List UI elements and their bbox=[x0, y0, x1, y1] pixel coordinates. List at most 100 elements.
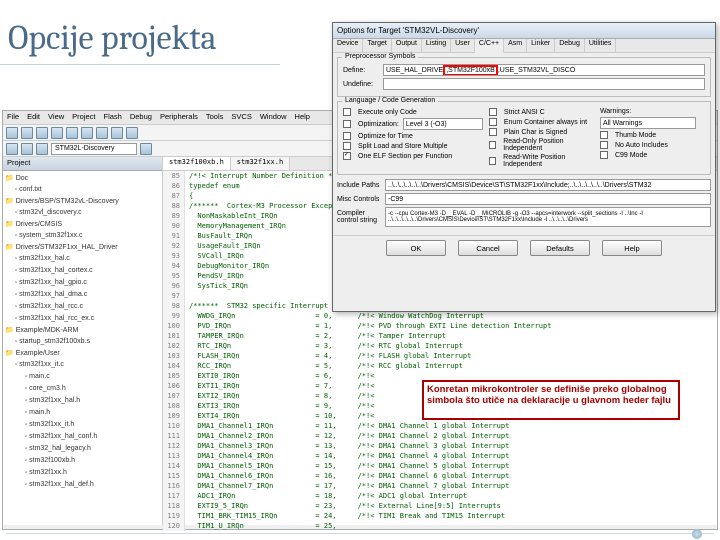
editor-tab[interactable]: stm32f100xb.h bbox=[163, 157, 231, 170]
compiler-field: -c --cpu Cortex-M3 -D__EVAL -D__MICROLIB… bbox=[385, 207, 711, 227]
select-opt[interactable]: Level 3 (-O3) bbox=[403, 118, 483, 130]
dialog-tab-user[interactable]: User bbox=[451, 39, 475, 52]
target-select[interactable]: STM32L-Discovery bbox=[51, 143, 137, 155]
tree-item[interactable]: startup_stm32f100xb.s bbox=[5, 336, 160, 348]
cut-icon[interactable] bbox=[66, 127, 78, 139]
save-icon[interactable] bbox=[36, 127, 48, 139]
menu-debug[interactable]: Debug bbox=[130, 112, 152, 123]
tree-item[interactable]: stm32f1xx_hal.h bbox=[5, 395, 160, 407]
tree-item[interactable]: stm32f1xx_hal_def.h bbox=[5, 479, 160, 491]
help-button[interactable]: Help bbox=[602, 240, 662, 256]
dialog-tab-output[interactable]: Output bbox=[392, 39, 422, 52]
compiler-label: Compiler control string bbox=[337, 210, 381, 224]
include-label: Include Paths bbox=[337, 182, 381, 189]
tree-item[interactable]: Example/MDK-ARM bbox=[5, 325, 160, 336]
redo-icon[interactable] bbox=[126, 127, 138, 139]
menu-view[interactable]: View bbox=[48, 112, 64, 123]
tree-item[interactable]: Drivers/CMSIS bbox=[5, 219, 160, 230]
define-label: Define: bbox=[343, 67, 379, 74]
tree-item[interactable]: stm32f1xx_hal_rcc_ex.c bbox=[5, 313, 160, 325]
tree-item[interactable]: Drivers/STM32F1xx_HAL_Driver bbox=[5, 242, 160, 253]
checkbox-elf[interactable] bbox=[343, 152, 351, 160]
tree-item[interactable]: stm32f1xx_hal_gpio.c bbox=[5, 277, 160, 289]
tree-item[interactable]: stm32f1xx_hal_cortex.c bbox=[5, 265, 160, 277]
checkbox-rwfp[interactable] bbox=[489, 157, 496, 165]
dialog-tab-asm[interactable]: Asm bbox=[504, 39, 527, 52]
menu-project[interactable]: Project bbox=[72, 112, 95, 123]
tree-item[interactable]: stm32f1xx_hal_dma.c bbox=[5, 289, 160, 301]
menu-tools[interactable]: Tools bbox=[206, 112, 224, 123]
define-field[interactable]: USE_HAL_DRIVE,STM32F100xB,USE_STM32VL_DI… bbox=[383, 64, 705, 76]
menu-file[interactable]: File bbox=[7, 112, 19, 123]
checkbox-enum[interactable] bbox=[489, 118, 497, 126]
dialog-tab-debug[interactable]: Debug bbox=[555, 39, 585, 52]
tree-item[interactable]: stm32f1xx_it.h bbox=[5, 419, 160, 431]
checkbox-ansi[interactable] bbox=[489, 108, 497, 116]
tree-item[interactable]: stm32f1xx.h bbox=[5, 467, 160, 479]
checkbox-opt[interactable] bbox=[343, 120, 351, 128]
dialog-tab-utilities[interactable]: Utilities bbox=[585, 39, 617, 52]
tree-item[interactable]: Doc bbox=[5, 173, 160, 184]
tree-item[interactable]: Drivers/BSP/STM32vL-Discovery bbox=[5, 196, 160, 207]
tree-item[interactable]: stm32f100xb.h bbox=[5, 455, 160, 467]
checkbox-opt_time[interactable] bbox=[343, 132, 351, 140]
dialog-tab-cc[interactable]: C/C++ bbox=[475, 39, 504, 53]
dialog-tab-linker[interactable]: Linker bbox=[527, 39, 555, 52]
tree-item[interactable]: stm32f1xx_hal_conf.h bbox=[5, 431, 160, 443]
checkbox-rofp[interactable] bbox=[489, 141, 496, 149]
open-icon[interactable] bbox=[21, 127, 33, 139]
checkbox-split[interactable] bbox=[343, 142, 351, 150]
checkbox-c99[interactable] bbox=[600, 151, 608, 159]
menu-flash[interactable]: Flash bbox=[104, 112, 122, 123]
slide-title: Opcije projekta bbox=[0, 0, 280, 65]
project-tree[interactable]: Project Docconf.txtDrivers/BSP/STM32vL-D… bbox=[3, 157, 163, 525]
dialog-titlebar: Options for Target 'STM32VL-Discovery' bbox=[333, 23, 715, 39]
tree-item[interactable]: conf.txt bbox=[5, 184, 160, 196]
tree-item[interactable]: system_stm32f1xx.c bbox=[5, 230, 160, 242]
misc-field[interactable]: -C99 bbox=[385, 193, 711, 205]
undo-icon[interactable] bbox=[111, 127, 123, 139]
menu-svcs[interactable]: SVCS bbox=[231, 112, 251, 123]
saveall-icon[interactable] bbox=[51, 127, 63, 139]
checkbox-noauto[interactable] bbox=[600, 141, 608, 149]
dialog-tab-listing[interactable]: Listing bbox=[422, 39, 451, 52]
checkbox-label: Execute only Code bbox=[358, 109, 417, 116]
tree-item[interactable]: stm32_hal_legacy.h bbox=[5, 443, 160, 455]
download-icon[interactable] bbox=[36, 143, 48, 155]
tree-item[interactable]: stm32f1xx_hal.c bbox=[5, 253, 160, 265]
tree-item[interactable]: stm32f1xx_hal_rcc.c bbox=[5, 301, 160, 313]
checkbox-thumb[interactable] bbox=[600, 131, 608, 139]
include-field[interactable]: ..\..\..\..\..\..\Drivers\CMSIS\Device\S… bbox=[385, 179, 711, 191]
menu-window[interactable]: Window bbox=[260, 112, 287, 123]
tree-item[interactable]: Example/User bbox=[5, 348, 160, 359]
paste-icon[interactable] bbox=[96, 127, 108, 139]
defaults-button[interactable]: Defaults bbox=[530, 240, 590, 256]
checkbox-label: Optimization: bbox=[358, 121, 399, 128]
dialog-tab-device[interactable]: Device bbox=[333, 39, 363, 52]
menu-peripherals[interactable]: Peripherals bbox=[160, 112, 198, 123]
build-icon[interactable] bbox=[6, 143, 18, 155]
cancel-button[interactable]: Cancel bbox=[458, 240, 518, 256]
copy-icon[interactable] bbox=[81, 127, 93, 139]
tree-item[interactable]: stm32vl_discovery.c bbox=[5, 207, 160, 219]
checkbox-plain[interactable] bbox=[489, 128, 497, 136]
undefine-label: Undefine: bbox=[343, 81, 379, 88]
ok-button[interactable]: OK bbox=[386, 240, 446, 256]
editor-tab[interactable]: stm32f1xx.h bbox=[231, 157, 290, 170]
project-tree-header: Project bbox=[3, 157, 162, 171]
rebuild-icon[interactable] bbox=[21, 143, 33, 155]
tree-item[interactable]: main.c bbox=[5, 371, 160, 383]
tree-item[interactable]: stm32f1xx_it.c bbox=[5, 359, 160, 371]
checkbox-label: Read-Only Position Independent bbox=[503, 138, 594, 152]
new-icon[interactable] bbox=[6, 127, 18, 139]
annotation-callout: Konretan mikrokontroler se definiše prek… bbox=[422, 380, 680, 420]
menu-help[interactable]: Help bbox=[295, 112, 310, 123]
tree-item[interactable]: main.h bbox=[5, 407, 160, 419]
options-icon[interactable] bbox=[140, 143, 152, 155]
tree-item[interactable]: core_cm3.h bbox=[5, 383, 160, 395]
dialog-tab-target[interactable]: Target bbox=[363, 39, 391, 52]
undefine-field[interactable] bbox=[383, 78, 705, 90]
menu-edit[interactable]: Edit bbox=[27, 112, 40, 123]
warnings-select[interactable]: All Warnings bbox=[600, 117, 696, 129]
checkbox-exec_only[interactable] bbox=[343, 108, 351, 116]
